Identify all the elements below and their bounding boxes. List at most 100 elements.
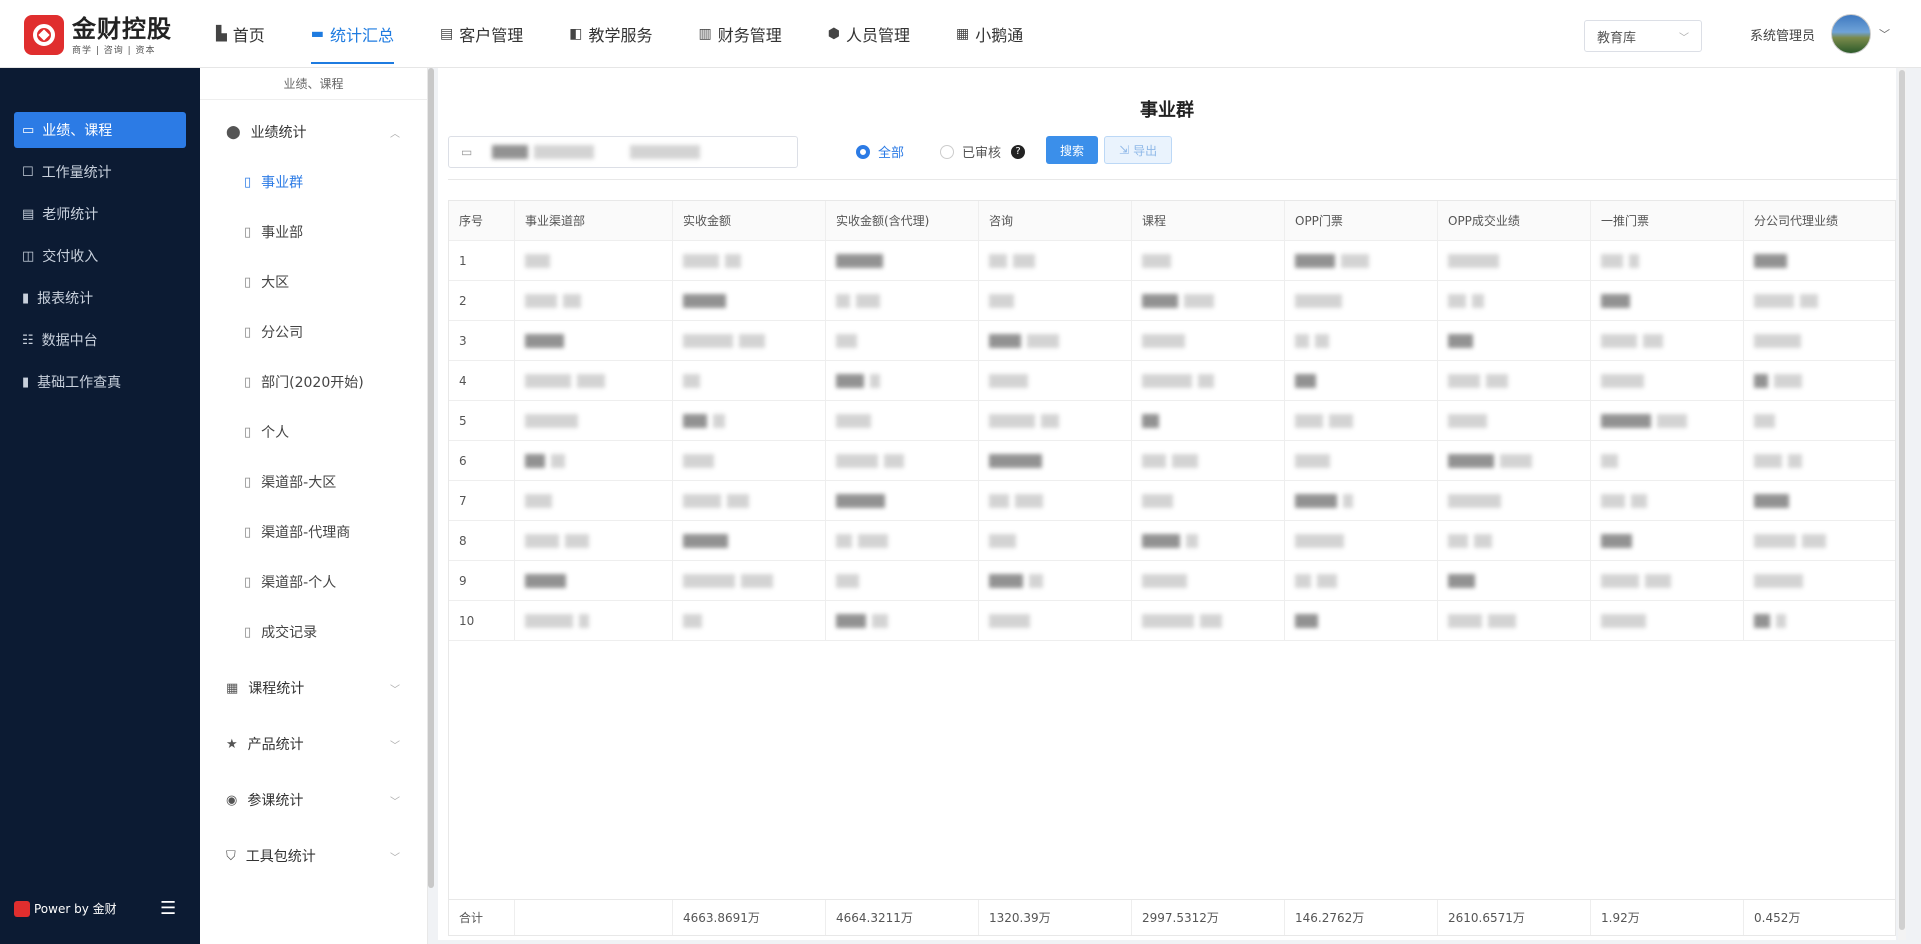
powered-by-text: Power by 金财 [34,902,117,916]
column-header[interactable]: 课程 [1132,201,1285,240]
redacted-cell [1744,481,1895,520]
subnav-item-channel-individual[interactable]: ▯ 渠道部-个人 [200,562,420,602]
subnav-scrollbar[interactable] [428,68,434,888]
footer-cell: 1320.39万 [979,900,1132,935]
column-header[interactable]: 实收金额(含代理) [826,201,979,240]
subnav-item-deal-records[interactable]: ▯ 成交记录 [200,612,420,652]
redacted-cell [1438,321,1591,360]
report-icon: ▮ [22,290,30,306]
nav-customer[interactable]: ▤ 客户管理 [424,0,539,68]
group-product-stats[interactable]: ★ 产品统计 ﹀ [200,724,420,764]
user-name: 系统管理员 [1750,28,1816,44]
column-header[interactable]: 一推门票 [1591,201,1744,240]
group-performance-stats[interactable]: ⬤ 业绩统计 ︿ [200,112,420,152]
sidebar-item-teacher[interactable]: ▤ 老师统计 [14,196,186,232]
nav-teaching[interactable]: ◧ 教学服务 [553,0,668,68]
nav-xiaoetong[interactable]: ▦ 小鹅通 [940,0,1039,68]
page-scrollbar-thumb[interactable] [1899,70,1905,930]
redacted-text [1295,413,1323,428]
group-toolkit-stats[interactable]: ⛉ 工具包统计 ﹀ [200,836,420,876]
subnav-item-department[interactable]: ▯ 部门(2020开始) [200,362,420,402]
user-menu[interactable]: 系统管理员 ﹀ [1750,14,1890,54]
sidebar-item-delivery-income[interactable]: ◫ 交付收入 [14,238,186,274]
redacted-text [1315,333,1329,348]
database-select[interactable]: 教育库 ﹀ [1584,20,1702,52]
subnav-item-region[interactable]: ▯ 大区 [200,262,420,302]
redacted-text [989,573,1023,588]
nav-home[interactable]: ▙ 首页 [200,0,281,68]
column-header[interactable]: OPP门票 [1285,201,1438,240]
subnav-item-channel-region[interactable]: ▯ 渠道部-大区 [200,462,420,502]
search-button[interactable]: 搜索 [1046,136,1099,164]
subnav-item-label: 事业群 [261,175,304,191]
group-course-stats[interactable]: ▦ 课程统计 ﹀ [200,668,420,708]
redacted-cell [1744,521,1895,560]
page-scrollbar[interactable] [1898,68,1906,940]
redacted-cell [1438,481,1591,520]
radio-reviewed[interactable]: 已审核 ? [940,142,1026,161]
redacted-text [563,293,581,308]
redacted-text [1754,413,1775,428]
redacted-cell [1591,401,1744,440]
redacted-cell [515,241,673,280]
redacted-text [1657,413,1687,428]
redacted-cell [1591,441,1744,480]
column-header[interactable]: 分公司代理业绩 [1744,201,1895,240]
column-header[interactable]: 序号 [449,201,515,240]
radio-all[interactable]: 全部 [856,142,904,161]
chevron-down-icon: ﹀ [390,852,400,864]
redacted-cell [673,241,826,280]
table-row: 7 [449,481,1895,521]
redacted-cell [1438,521,1591,560]
data-table: 序号 事业渠道部 实收金额 实收金额(含代理) 咨询 课程 OPP门票 OPP成… [448,200,1896,936]
sidebar-item-label: 交付收入 [42,249,99,265]
sidebar-item-data-center[interactable]: ☷ 数据中台 [14,322,186,358]
export-button[interactable]: ⇲ 导出 [1104,136,1173,164]
redacted-text [1341,253,1369,268]
redacted-text [1800,293,1818,308]
redacted-text [1631,493,1647,508]
redacted-text [741,573,773,588]
target-icon: ◉ [226,792,238,808]
redacted-text [989,413,1035,428]
redacted-cell [515,321,673,360]
redacted-text [683,293,726,308]
redacted-text [1172,453,1198,468]
nav-personnel[interactable]: ⬢ 人员管理 [812,0,926,68]
sidebar-item-basic-work-check[interactable]: ▮ 基础工作查真 [14,364,186,400]
subnav-item-individual[interactable]: ▯ 个人 [200,412,420,452]
sidebar-item-workload[interactable]: ☐ 工作量统计 [14,154,186,190]
avatar[interactable] [1831,14,1872,54]
redacted-text [1142,573,1187,588]
redacted-text [836,253,883,268]
subnav-item-channel-agent[interactable]: ▯ 渠道部-代理商 [200,512,420,552]
group-label: 课程统计 [248,681,305,697]
column-header[interactable]: 实收金额 [673,201,826,240]
nav-finance[interactable]: ▥ 财务管理 [683,0,798,68]
redacted-text [1448,533,1468,548]
column-header[interactable]: 事业渠道部 [515,201,673,240]
nav-stats-summary[interactable]: ▬ 统计汇总 [295,0,410,68]
sidebar-item-performance-course[interactable]: ▭ 业绩、课程 [14,112,186,148]
brand-logo[interactable]: 金财控股 商学 | 咨询 | 资本 [24,14,172,56]
column-header[interactable]: OPP成交业绩 [1438,201,1591,240]
collapse-menu-icon[interactable]: ☰ [160,898,176,919]
redacted-text [1486,373,1508,388]
subnav-item-business-group[interactable]: ▯ 事业群 [200,162,420,202]
column-header[interactable]: 咨询 [979,201,1132,240]
redacted-text [1343,493,1353,508]
subnav-item-branch[interactable]: ▯ 分公司 [200,312,420,352]
subnav-item-business-dept[interactable]: ▯ 事业部 [200,212,420,252]
group-attendance-stats[interactable]: ◉ 参课统计 ﹀ [200,780,420,820]
chart-bars-icon: ▙ [216,26,227,42]
file-icon: ▯ [244,524,252,540]
redacted-text [1601,533,1632,548]
sidebar-item-reports[interactable]: ▮ 报表统计 [14,280,186,316]
redacted-text [1474,533,1492,548]
export-button-label: 导出 [1133,143,1158,158]
table-row: 4 [449,361,1895,401]
redacted-text [683,493,721,508]
chevron-down-icon: ﹀ [390,684,400,696]
date-range-picker[interactable]: ▭ [448,136,798,168]
help-icon[interactable]: ? [1011,144,1026,159]
